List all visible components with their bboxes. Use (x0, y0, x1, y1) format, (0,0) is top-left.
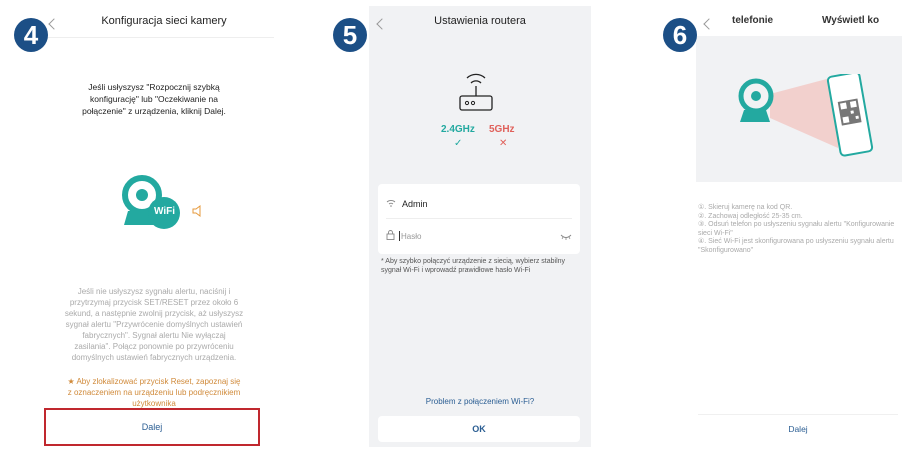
camera-scanning-qr-icon (734, 71, 874, 169)
tab-show-code[interactable]: Wyświetl ko (822, 15, 902, 26)
wifi-ssid-value: Admin (402, 199, 428, 209)
wifi-badge-label: WiFi (153, 206, 175, 217)
instruction-text: Jeśli usłyszysz "Rozpocznij szybką konfi… (82, 82, 226, 116)
row-divider (386, 218, 572, 219)
reset-warning-text: ★ Aby zlokalizować przycisk Reset, zapoz… (67, 377, 241, 408)
wifi-problem-link[interactable]: Problem z połączeniem Wi-Fi? (369, 397, 591, 406)
phone-screen-network-config: Konfiguracja sieci kamery Jeśli usłyszys… (34, 6, 274, 447)
password-placeholder: Hasło (401, 231, 422, 241)
lock-icon (386, 227, 395, 245)
wifi-ssid-row[interactable]: Admin (386, 194, 572, 214)
ok-button[interactable]: OK (378, 416, 580, 442)
next-button-label: Dalej (788, 423, 808, 434)
qr-scan-illustration-area (696, 36, 902, 182)
qr-step-item: ①. Skieruj kamerę na kod QR. (698, 204, 793, 211)
eye-closed-icon[interactable] (560, 227, 572, 245)
wifi-credentials-card: Admin Hasło (378, 184, 580, 254)
next-button-label: Dalej (141, 422, 163, 432)
qr-step-item: ②. Zachowaj odległość 25-35 cm. (698, 212, 803, 220)
check-icon: ✓ (454, 138, 463, 149)
header-divider (34, 37, 274, 38)
router-icon (457, 66, 495, 117)
wifi-note-text: * Aby szybko połączyć urządzenie z sieci… (381, 258, 566, 274)
phone-screen-router-settings: Ustawienia routera 2.4GHz 5GHz ✓ ✕ Admin… (369, 6, 591, 447)
band-5ghz-label: 5GHz (489, 124, 515, 135)
phone-screen-qr-scan: telefonie Wyświetl ko ①. Skieruj kamerę … (696, 6, 902, 447)
wifi-icon (386, 199, 396, 209)
qr-step-item: ③. Odsuń telefon po usłyszeniu sygnału a… (698, 221, 895, 237)
ok-button-label: OK (472, 424, 486, 434)
reset-help-text: Jeśli nie usłyszysz sygnału alertu, naci… (64, 287, 244, 362)
page-title: Konfiguracja sieci kamery (101, 15, 227, 27)
step-badge-4: 4 (14, 18, 48, 52)
tab-phone[interactable]: telefonie (732, 15, 773, 26)
qr-step-item: ④. Sieć Wi-Fi jest skonfigurowana po usł… (698, 238, 894, 254)
next-button[interactable]: Dalej (698, 414, 898, 442)
step-badge-5: 5 (333, 18, 367, 52)
qr-steps-list: ①. Skieruj kamerę na kod QR. ②. Zachowaj… (698, 204, 898, 255)
step-badge-6: 6 (663, 18, 697, 52)
text-cursor (399, 231, 400, 241)
camera-wifi-icon: WiFi (120, 173, 186, 235)
cross-icon: ✕ (499, 138, 508, 149)
back-chevron-icon[interactable] (703, 18, 715, 30)
band-24ghz-label: 2.4GHz (441, 124, 475, 135)
page-title: Ustawienia routera (434, 15, 526, 27)
password-field[interactable]: Hasło (386, 226, 572, 246)
next-button[interactable]: Dalej (44, 408, 260, 446)
speaker-icon[interactable] (192, 204, 202, 222)
